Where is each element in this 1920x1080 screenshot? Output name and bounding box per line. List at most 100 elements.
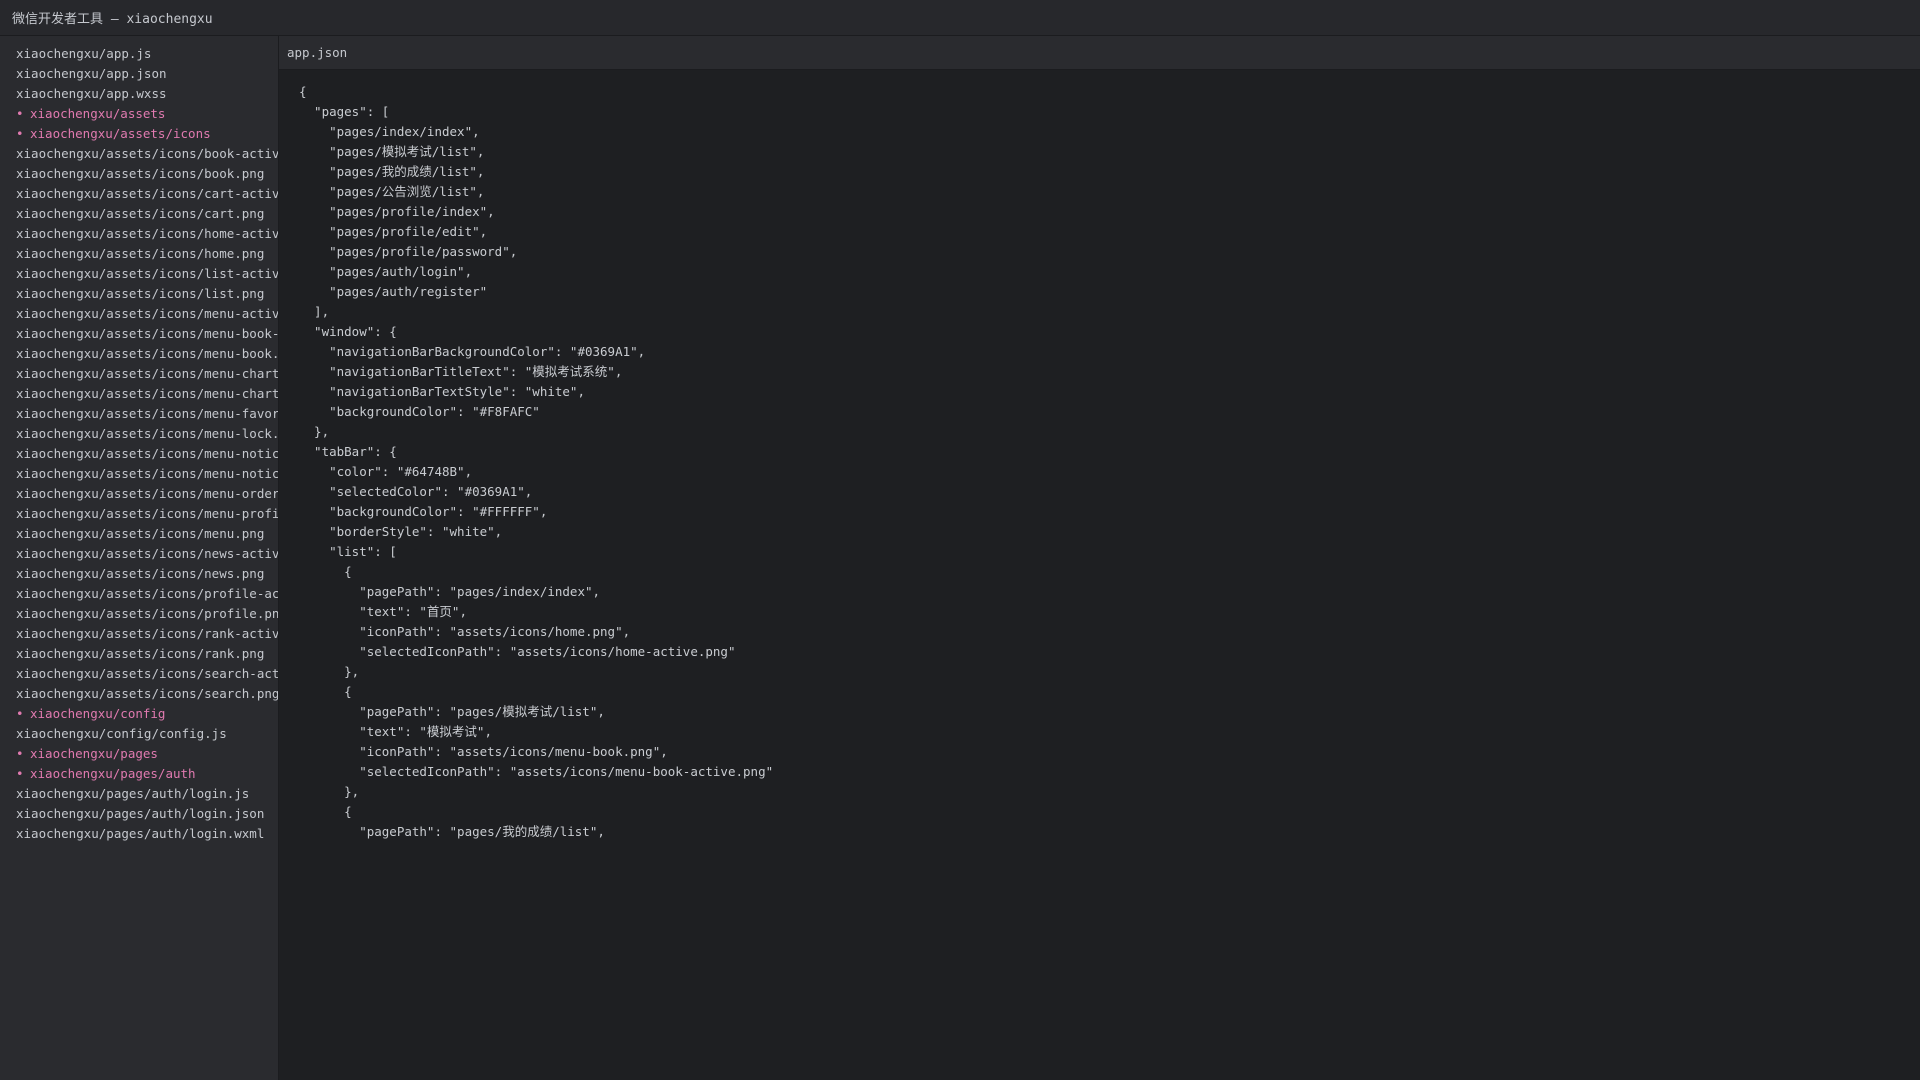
- folder-bullet-icon: •: [16, 106, 24, 121]
- file-item-label: xiaochengxu/assets/icons/menu-notice-: [16, 446, 278, 461]
- code-line: "iconPath": "assets/icons/menu-book.png"…: [299, 744, 668, 759]
- folder-item[interactable]: • xiaochengxu/config: [0, 704, 278, 724]
- file-item[interactable]: xiaochengxu/app.js: [0, 44, 278, 64]
- code-line: "pages/模拟考试/list",: [299, 144, 485, 159]
- code-line: "pages/公告浏览/list",: [299, 184, 485, 199]
- file-item[interactable]: xiaochengxu/assets/icons/profile-acti: [0, 584, 278, 604]
- file-item-label: xiaochengxu/assets/icons/list.png: [16, 286, 265, 301]
- folder-bullet-icon: •: [16, 746, 24, 761]
- code-view[interactable]: { "pages": [ "pages/index/index", "pages…: [279, 70, 1920, 1080]
- file-item[interactable]: xiaochengxu/assets/icons/menu-notice.: [0, 464, 278, 484]
- file-item[interactable]: xiaochengxu/assets/icons/book-active.: [0, 144, 278, 164]
- file-item[interactable]: xiaochengxu/assets/icons/cart.png: [0, 204, 278, 224]
- file-item[interactable]: xiaochengxu/assets/icons/home.png: [0, 244, 278, 264]
- code-line: "color": "#64748B",: [299, 464, 473, 479]
- folder-item[interactable]: • xiaochengxu/pages/auth: [0, 764, 278, 784]
- file-item[interactable]: xiaochengxu/assets/icons/book.png: [0, 164, 278, 184]
- code-line: "backgroundColor": "#F8FAFC": [299, 404, 540, 419]
- code-line: "iconPath": "assets/icons/home.png",: [299, 624, 631, 639]
- folder-bullet-icon: •: [16, 766, 24, 781]
- tab-app-json[interactable]: app.json: [279, 36, 355, 70]
- file-item[interactable]: xiaochengxu/pages/auth/login.json: [0, 804, 278, 824]
- file-item-label: xiaochengxu/config/config.js: [16, 726, 227, 741]
- file-item[interactable]: xiaochengxu/assets/icons/cart-active.: [0, 184, 278, 204]
- file-item[interactable]: xiaochengxu/app.wxss: [0, 84, 278, 104]
- window-title: 微信开发者工具 — xiaochengxu: [12, 12, 213, 27]
- file-item-label: xiaochengxu/assets/icons/book.png: [16, 166, 265, 181]
- file-item[interactable]: xiaochengxu/assets/icons/menu-book-ac: [0, 324, 278, 344]
- file-item-label: xiaochengxu/app.json: [16, 66, 167, 81]
- folder-bullet-icon: •: [16, 706, 24, 721]
- code-line: "navigationBarBackgroundColor": "#0369A1…: [299, 344, 646, 359]
- file-item[interactable]: xiaochengxu/assets/icons/menu-lock.pr: [0, 424, 278, 444]
- file-item[interactable]: xiaochengxu/assets/icons/menu-chart.p: [0, 384, 278, 404]
- file-item-label: xiaochengxu/assets/icons/menu-book.pr: [16, 346, 278, 361]
- file-item-label: xiaochengxu/assets/icons/menu-chart.p: [16, 386, 278, 401]
- folder-item[interactable]: • xiaochengxu/pages: [0, 744, 278, 764]
- file-item[interactable]: xiaochengxu/assets/icons/rank.png: [0, 644, 278, 664]
- file-item[interactable]: xiaochengxu/pages/auth/login.js: [0, 784, 278, 804]
- file-item[interactable]: xiaochengxu/assets/icons/menu-active.: [0, 304, 278, 324]
- code-line: "borderStyle": "white",: [299, 524, 503, 539]
- file-item-label: xiaochengxu/assets/icons/home.png: [16, 246, 265, 261]
- file-item[interactable]: xiaochengxu/pages/auth/login.wxml: [0, 824, 278, 844]
- file-item[interactable]: xiaochengxu/assets/icons/menu-chart-a: [0, 364, 278, 384]
- file-item-label: xiaochengxu/assets/icons/profile.png: [16, 606, 278, 621]
- file-item-label: xiaochengxu/assets/icons/book-active.: [16, 146, 278, 161]
- file-item[interactable]: xiaochengxu/assets/icons/home-active.: [0, 224, 278, 244]
- code-line: ],: [299, 304, 330, 319]
- file-item[interactable]: xiaochengxu/assets/icons/menu.png: [0, 524, 278, 544]
- file-item-label: xiaochengxu/app.js: [16, 46, 152, 61]
- file-item[interactable]: xiaochengxu/app.json: [0, 64, 278, 84]
- code-line: {: [299, 84, 307, 99]
- file-item[interactable]: xiaochengxu/assets/icons/menu-notice-: [0, 444, 278, 464]
- code-line: {: [299, 804, 352, 819]
- code-line: "pages/profile/password",: [299, 244, 518, 259]
- file-item-label: xiaochengxu/assets/icons/menu-active.: [16, 306, 278, 321]
- file-item-label: xiaochengxu/config: [30, 706, 166, 721]
- file-item[interactable]: xiaochengxu/assets/icons/news-active.: [0, 544, 278, 564]
- file-item[interactable]: xiaochengxu/assets/icons/list.png: [0, 284, 278, 304]
- file-item[interactable]: xiaochengxu/assets/icons/menu-book.pr: [0, 344, 278, 364]
- code-line: "selectedIconPath": "assets/icons/menu-b…: [299, 764, 774, 779]
- file-item-label: xiaochengxu/assets/icons/profile-acti: [16, 586, 278, 601]
- main-area: xiaochengxu/app.js xiaochengxu/app.json xi…: [0, 36, 1920, 1080]
- file-item-label: xiaochengxu/assets/icons/menu-profile: [16, 506, 278, 521]
- file-item-label: xiaochengxu/assets/icons/news-active.: [16, 546, 278, 561]
- folder-item[interactable]: • xiaochengxu/assets/icons: [0, 124, 278, 144]
- code-line: "text": "模拟考试",: [299, 724, 492, 739]
- code-line: "pages": [: [299, 104, 390, 119]
- file-item-label: xiaochengxu/assets/icons/menu-chart-a: [16, 366, 278, 381]
- code-line: {: [299, 564, 352, 579]
- code-line: "list": [: [299, 544, 397, 559]
- code-line: "pagePath": "pages/index/index",: [299, 584, 601, 599]
- file-item[interactable]: xiaochengxu/assets/icons/search-activ: [0, 664, 278, 684]
- file-item-label: xiaochengxu/assets/icons/cart-active.: [16, 186, 278, 201]
- file-item-label: xiaochengxu/assets/icons/home-active.: [16, 226, 278, 241]
- devtools-window: 微信开发者工具 — xiaochengxu xiaochengxu/app.js…: [0, 0, 1920, 1080]
- file-item-label: xiaochengxu/assets/icons/search.png: [16, 686, 278, 701]
- file-item-label: xiaochengxu/assets/icons/menu-notice.: [16, 466, 278, 481]
- code-line: },: [299, 424, 330, 439]
- code-line: {: [299, 684, 352, 699]
- file-item-label: xiaochengxu/assets/icons/news.png: [16, 566, 265, 581]
- file-item[interactable]: xiaochengxu/assets/icons/menu-favorit: [0, 404, 278, 424]
- file-item[interactable]: xiaochengxu/assets/icons/list-active.: [0, 264, 278, 284]
- file-item[interactable]: xiaochengxu/assets/icons/menu-order.p: [0, 484, 278, 504]
- file-item-label: xiaochengxu/assets/icons/search-activ: [16, 666, 278, 681]
- file-item[interactable]: xiaochengxu/assets/icons/menu-profile: [0, 504, 278, 524]
- code-line: "pagePath": "pages/我的成绩/list",: [299, 824, 605, 839]
- code-line: "navigationBarTitleText": "模拟考试系统",: [299, 364, 623, 379]
- code-line: "text": "首页",: [299, 604, 467, 619]
- file-item[interactable]: xiaochengxu/assets/icons/news.png: [0, 564, 278, 584]
- file-item[interactable]: xiaochengxu/assets/icons/rank-active.: [0, 624, 278, 644]
- folder-item[interactable]: • xiaochengxu/assets: [0, 104, 278, 124]
- file-item-label: xiaochengxu/app.wxss: [16, 86, 167, 101]
- file-item[interactable]: xiaochengxu/assets/icons/search.png: [0, 684, 278, 704]
- file-item[interactable]: xiaochengxu/config/config.js: [0, 724, 278, 744]
- code-line: "pages/auth/login",: [299, 264, 473, 279]
- code-line: "pages/index/index",: [299, 124, 480, 139]
- code-line: "backgroundColor": "#FFFFFF",: [299, 504, 548, 519]
- file-item-label: xiaochengxu/assets/icons/menu-favorit: [16, 406, 278, 421]
- file-item[interactable]: xiaochengxu/assets/icons/profile.png: [0, 604, 278, 624]
